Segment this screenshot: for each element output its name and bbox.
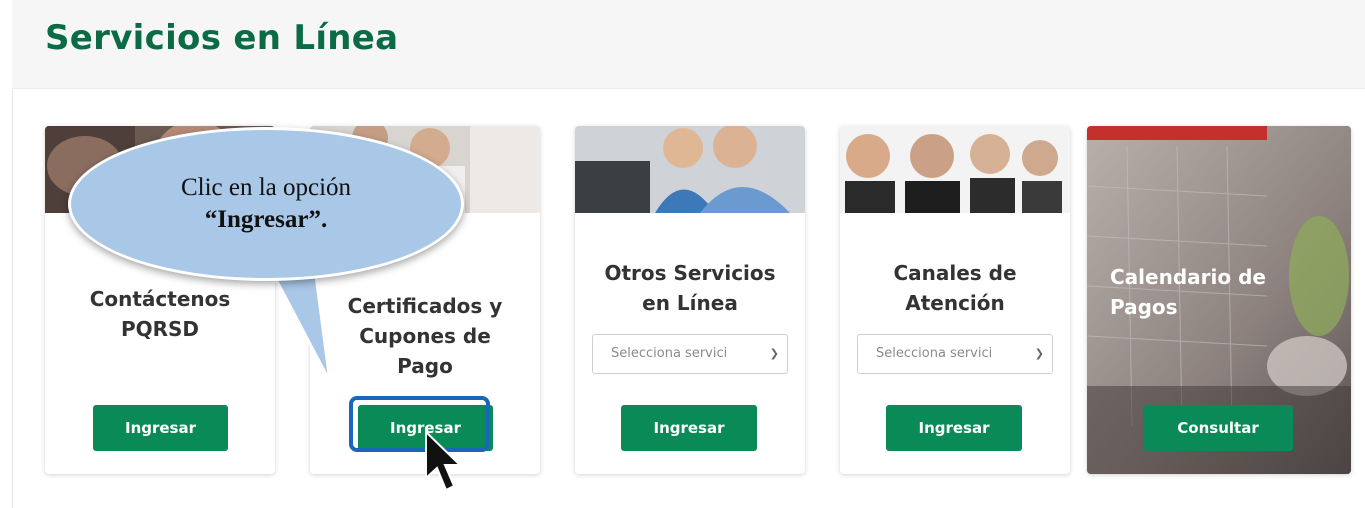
card-title-contactenos: Contáctenos PQRSD xyxy=(89,287,231,341)
chevron-down-icon: ❯ xyxy=(1034,347,1044,360)
page-title: Servicios en Línea xyxy=(45,18,399,58)
highlight-box xyxy=(349,396,490,452)
card-calendario: Calendario de Pagos Consultar xyxy=(1087,126,1351,474)
service-select-otros[interactable]: Selecciona servici ❯ xyxy=(592,334,788,374)
card-title-certificados: Certificados y Cupones de Pago xyxy=(347,294,503,378)
mouse-cursor-icon xyxy=(425,430,463,492)
card-title-canales: Canales de Atención xyxy=(893,261,1017,315)
card-canales: Canales de Atención Selecciona servici ❯… xyxy=(840,126,1070,474)
chevron-down-icon: ❯ xyxy=(769,347,779,360)
card-image-call-center xyxy=(840,126,1070,213)
card-image-otros-servicios xyxy=(575,126,805,213)
service-select-placeholder: Selecciona servici xyxy=(611,346,728,361)
consultar-button[interactable]: Consultar xyxy=(1143,405,1293,451)
ingresar-button-canales[interactable]: Ingresar xyxy=(886,405,1022,451)
card-image-canales xyxy=(840,126,1070,213)
service-select-canales[interactable]: Selecciona servici ❯ xyxy=(857,334,1053,374)
card-title-otros-servicios: Otros Servicios en Línea xyxy=(604,261,776,315)
ingresar-button-contactenos[interactable]: Ingresar xyxy=(93,405,228,451)
card-title-calendario: Calendario de Pagos xyxy=(1110,265,1266,319)
callout-line-2: “Ingresar”. xyxy=(204,206,328,233)
ingresar-button-otros[interactable]: Ingresar xyxy=(621,405,757,451)
service-select-placeholder: Selecciona servici xyxy=(876,346,993,361)
card-otros-servicios: Otros Servicios en Línea Selecciona serv… xyxy=(575,126,805,474)
card-image-couple xyxy=(575,126,805,213)
instruction-callout: Clic en la opción “Ingresar”. xyxy=(68,127,464,281)
callout-line-1: Clic en la opción xyxy=(180,174,352,201)
